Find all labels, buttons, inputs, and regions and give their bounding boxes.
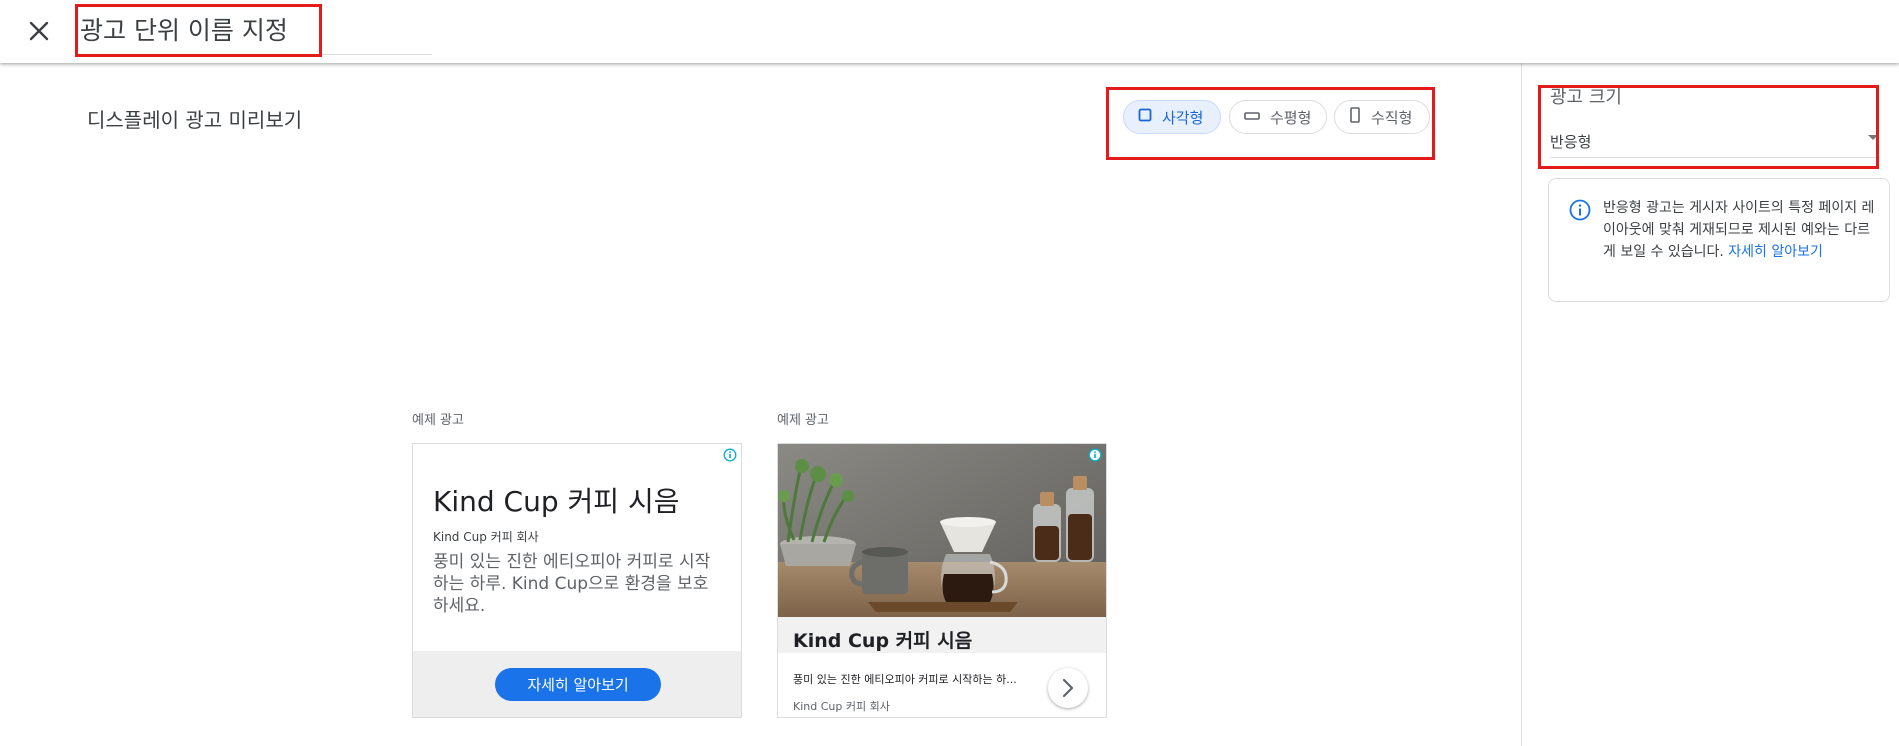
chevron-down-icon	[1868, 135, 1878, 140]
vertical-rectangle-icon	[1349, 107, 1361, 127]
info-text: 반응형 광고는 게시자 사이트의 특정 페이지 레이아웃에 맞춰 게재되므로 제…	[1603, 197, 1875, 263]
adchoices-info-icon[interactable]	[723, 447, 737, 466]
ad-headline: Kind Cup 커피 시음	[433, 485, 680, 518]
sample-ad-label: 예제 광고	[777, 413, 829, 428]
chevron-right-icon	[1062, 678, 1074, 698]
coffee-pour-over-photo	[778, 444, 1106, 617]
ad-unit-name-field	[76, 4, 434, 55]
sample-ad-text: Kind Cup 커피 시음 Kind Cup 커피 회사 풍미 있는 진한 에…	[412, 443, 742, 718]
top-bar	[0, 0, 1899, 63]
panel-divider	[1521, 63, 1522, 746]
chip-vertical-label: 수직형	[1371, 108, 1413, 127]
learn-more-link[interactable]: 자세히 알아보기	[1728, 244, 1823, 260]
ad-advertiser: Kind Cup 커피 회사	[433, 530, 539, 544]
learn-more-button[interactable]: 자세히 알아보기	[495, 668, 661, 701]
responsive-info-box: 반응형 광고는 게시자 사이트의 특정 페이지 레이아웃에 맞춰 게재되므로 제…	[1548, 178, 1890, 302]
close-icon	[29, 21, 49, 41]
ad-description: 풍미 있는 진한 에티오피아 커피로 시작하는 하루. Kind Cup으로 환…	[433, 552, 711, 616]
close-button[interactable]	[22, 14, 56, 48]
ad-size-value: 반응형	[1550, 133, 1592, 151]
chip-horizontal[interactable]: 수평형	[1229, 100, 1327, 134]
ad-advertiser: Kind Cup 커피 회사	[793, 700, 890, 713]
chip-horizontal-label: 수평형	[1270, 108, 1312, 127]
ad-headline: Kind Cup 커피 시음	[793, 630, 973, 652]
square-icon	[1138, 108, 1152, 126]
ad-cta-area: 자세히 알아보기	[413, 651, 741, 717]
info-icon	[1569, 199, 1591, 225]
ad-next-button[interactable]	[1048, 668, 1088, 708]
sample-ad-image: Kind Cup 커피 시음 풍미 있는 진한 에티오피아 커피로 시작하는 하…	[777, 443, 1107, 718]
adchoices-info-icon[interactable]	[1088, 447, 1102, 466]
chip-square-label: 사각형	[1162, 108, 1204, 127]
preview-title: 디스플레이 광고 미리보기	[87, 108, 303, 132]
ad-size-label: 광고 크기	[1550, 87, 1622, 108]
chip-vertical[interactable]: 수직형	[1334, 100, 1430, 134]
ad-description: 풍미 있는 진한 에티오피아 커피로 시작하는 하...	[793, 673, 1017, 686]
sample-ad-label: 예제 광고	[412, 413, 464, 428]
ad-unit-name-input[interactable]	[76, 14, 434, 46]
horizontal-rectangle-icon	[1244, 108, 1260, 126]
chip-square[interactable]: 사각형	[1123, 100, 1221, 134]
ad-size-dropdown[interactable]: 반응형	[1550, 123, 1880, 158]
